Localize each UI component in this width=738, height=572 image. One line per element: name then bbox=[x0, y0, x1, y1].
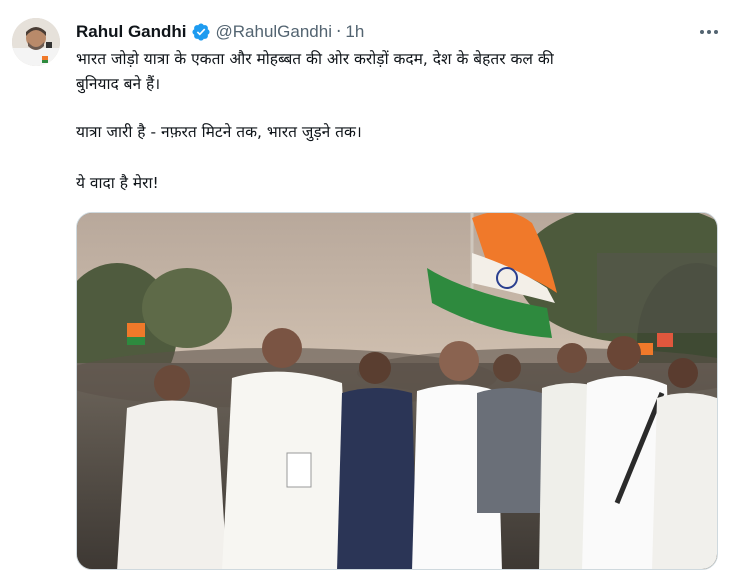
tweet-text-line: भारत जोड़ो यात्रा के एकता और मोहब्बत की … bbox=[76, 50, 554, 68]
verified-badge-icon[interactable] bbox=[191, 22, 211, 42]
author-handle[interactable]: @RahulGandhi bbox=[216, 22, 333, 42]
tweet-header: Rahul Gandhi @RahulGandhi · 1h bbox=[76, 20, 364, 44]
tweet-card[interactable]: Rahul Gandhi @RahulGandhi · 1h भारत जोड़… bbox=[0, 0, 738, 572]
tweet-text-line: यात्रा जारी है - नफ़रत मिटने तक, भारत जु… bbox=[76, 123, 362, 141]
author-display-name[interactable]: Rahul Gandhi bbox=[76, 22, 187, 42]
tweet-text-line: बुनियाद बने हैं। bbox=[76, 75, 161, 93]
separator-dot: · bbox=[336, 22, 342, 42]
tweet-timestamp[interactable]: 1h bbox=[345, 22, 364, 42]
rally-photo bbox=[77, 213, 717, 569]
avatar-photo bbox=[12, 18, 60, 66]
tweet-photo[interactable] bbox=[76, 212, 718, 570]
author-avatar[interactable] bbox=[12, 18, 60, 66]
tweet-text-line: ये वादा है मेरा! bbox=[76, 174, 159, 192]
more-options-icon[interactable] bbox=[694, 20, 724, 44]
